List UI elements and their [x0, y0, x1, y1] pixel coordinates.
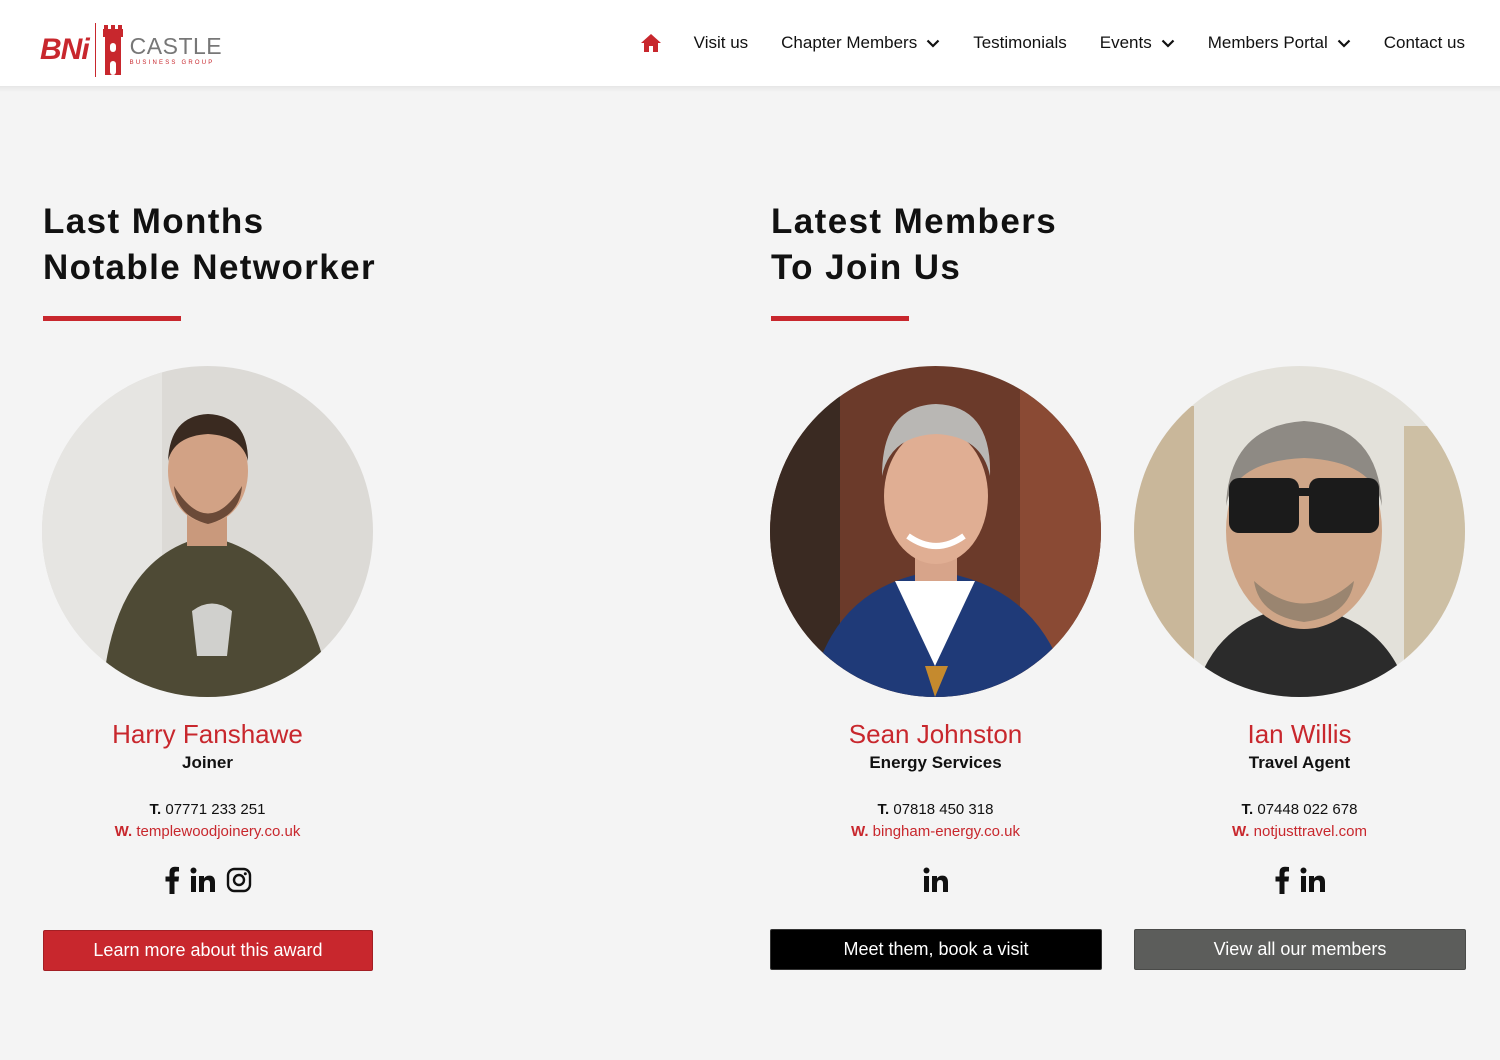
nav-chapter-members[interactable]: Chapter Members: [781, 33, 940, 53]
phone-label: T.: [877, 801, 890, 818]
member-role: Energy Services: [869, 753, 1002, 772]
book-visit-button[interactable]: Meet them, book a visit: [770, 929, 1102, 970]
member-socials: [1134, 863, 1465, 897]
nav-members-portal-label: Members Portal: [1207, 33, 1328, 52]
web-label: W.: [1231, 823, 1250, 840]
header-shadow: [0, 86, 1500, 92]
member-website[interactable]: W. notjusttravel.com: [1134, 821, 1465, 843]
member-photo: [1134, 366, 1465, 697]
nav-members-portal[interactable]: Members Portal: [1208, 33, 1351, 53]
member-role: Joiner: [181, 753, 234, 772]
notable-heading-underline: [43, 316, 181, 321]
learn-award-button[interactable]: Learn more about this award: [43, 930, 373, 971]
member-phone: T. 07448 022 678: [1134, 799, 1465, 821]
linkedin-icon[interactable]: [923, 867, 949, 893]
site-header: BNi CASTLE BUSINESS GROUP Visit us Chapt…: [0, 0, 1500, 86]
notable-heading-line1: Last Months: [43, 202, 265, 241]
chevron-down-icon: [926, 39, 940, 48]
website-link[interactable]: templewoodjoinery.co.uk: [136, 823, 300, 840]
latest-heading-line2: To Join Us: [771, 248, 962, 287]
nav-events[interactable]: Events: [1100, 33, 1175, 53]
facebook-icon[interactable]: [1274, 866, 1290, 894]
linkedin-icon[interactable]: [1300, 867, 1326, 893]
logo-castle-text: CASTLE: [129, 32, 223, 59]
member-phone: T. 07771 233 251: [42, 799, 373, 821]
logo-bni-text: BNi: [40, 33, 90, 66]
logo-sub-text: BUSINESS GROUP: [129, 59, 215, 66]
latest-member-card: Sean Johnston Energy Services T. 07818 4…: [770, 366, 1101, 897]
member-name: Ian Willis: [1247, 719, 1352, 749]
member-role: Travel Agent: [1248, 753, 1351, 772]
view-all-members-button[interactable]: View all our members: [1134, 929, 1466, 970]
member-photo: [770, 366, 1101, 697]
member-socials: [42, 863, 373, 897]
notable-heading-line2: Notable Networker: [43, 248, 377, 287]
nav-contact-us-label: Contact us: [1383, 33, 1465, 52]
member-phone: T. 07818 450 318: [770, 799, 1101, 821]
notable-heading: Last Months Notable Networker: [43, 199, 376, 291]
member-socials: [770, 863, 1101, 897]
bni-castle-logo[interactable]: BNi CASTLE BUSINESS GROUP: [40, 18, 240, 82]
nav-contact-us[interactable]: Contact us: [1384, 33, 1465, 53]
web-label: W.: [851, 823, 869, 840]
notable-member-card: Harry Fanshawe Joiner T. 07771 233 251 W…: [42, 366, 373, 897]
website-link[interactable]: notjusttravel.com: [1254, 823, 1367, 840]
phone-label: T.: [1241, 801, 1254, 818]
linkedin-icon[interactable]: [190, 867, 216, 893]
home-icon[interactable]: [640, 33, 662, 53]
latest-heading-underline: [771, 316, 909, 321]
castle-tower-icon: [102, 25, 123, 75]
latest-member-card: Ian Willis Travel Agent T. 07448 022 678…: [1134, 366, 1465, 897]
nav-visit-us[interactable]: Visit us: [694, 33, 749, 53]
member-name: Sean Johnston: [848, 719, 1023, 749]
main-nav: Visit us Chapter Members Testimonials Ev…: [640, 26, 1465, 60]
web-label: W.: [114, 823, 133, 840]
member-website[interactable]: W. bingham-energy.co.uk: [770, 821, 1101, 843]
phone-number: 07771 233 251: [165, 801, 266, 818]
phone-number: 07448 022 678: [1257, 801, 1358, 818]
website-link[interactable]: bingham-energy.co.uk: [873, 823, 1020, 840]
latest-heading-line1: Latest Members: [771, 202, 1058, 241]
phone-number: 07818 450 318: [893, 801, 994, 818]
nav-visit-us-label: Visit us: [693, 33, 749, 52]
nav-testimonials-label: Testimonials: [973, 33, 1067, 52]
member-name: Harry Fanshawe: [112, 719, 303, 749]
phone-label: T.: [149, 801, 162, 818]
member-website[interactable]: W. templewoodjoinery.co.uk: [42, 821, 373, 843]
latest-heading: Latest Members To Join Us: [771, 199, 1057, 291]
facebook-icon[interactable]: [164, 866, 180, 894]
instagram-icon[interactable]: [226, 867, 252, 893]
member-photo: [42, 366, 373, 697]
logo-text: CASTLE BUSINESS GROUP: [129, 32, 223, 66]
logo-divider: [94, 23, 96, 77]
chevron-down-icon: [1337, 39, 1351, 48]
nav-chapter-members-label: Chapter Members: [781, 33, 918, 52]
nav-events-label: Events: [1099, 33, 1152, 52]
nav-testimonials[interactable]: Testimonials: [973, 33, 1067, 53]
chevron-down-icon: [1161, 39, 1175, 48]
